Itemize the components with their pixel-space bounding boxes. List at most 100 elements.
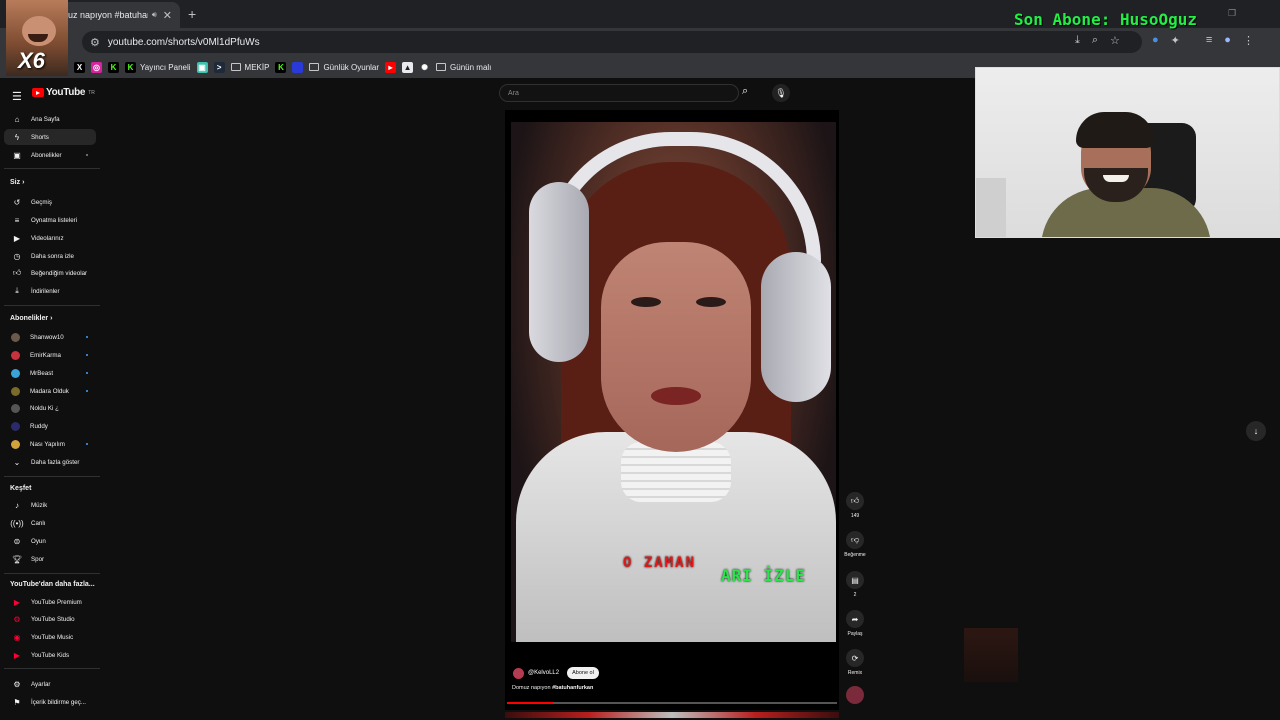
thumbs-down-icon[interactable]: 👎︎ (846, 531, 864, 549)
sidebar-item-sports[interactable]: 🏆︎ Spor (4, 551, 96, 567)
like-action[interactable]: 👍︎ 149 (845, 492, 865, 519)
youtube-premium-icon: ▶︎ (13, 597, 21, 607)
bookmark-kick2[interactable]: K (275, 61, 287, 73)
zoom-icon[interactable]: ⌕ (1092, 34, 1098, 47)
bookmark-x[interactable]: X (74, 61, 85, 73)
sidebar-item-downloads[interactable]: ⤓ İndirilenler (4, 283, 96, 299)
search-icon[interactable]: ⌕ (742, 85, 748, 98)
media-icon[interactable]: ≡ (1206, 34, 1212, 47)
next-short-arrow-icon[interactable]: ↓ (1246, 421, 1266, 441)
sidebar-channel[interactable]: EmirKarma (4, 347, 96, 363)
channel-name: Noldu Ki ¿ (30, 404, 59, 412)
share-action[interactable]: ➦ Paylaş (845, 610, 865, 637)
subscribe-button[interactable]: Abone ol (567, 667, 599, 679)
channel-avatar[interactable] (513, 667, 524, 679)
sidebar-channel[interactable]: Nası Yapılım (4, 436, 96, 452)
sidebar-item-kids[interactable]: ▶︎ YouTube Kids (4, 647, 96, 663)
instagram-icon: ◎ (91, 61, 102, 73)
video-progress-bar[interactable] (507, 702, 837, 704)
address-bar[interactable]: ⚙︎ youtube.com/shorts/v0Ml1dPfuWs (82, 31, 1142, 53)
bookmark-app2[interactable]: > (213, 61, 225, 73)
microphone-icon[interactable]: 🎙︎ (772, 84, 790, 102)
sidebar-item-settings[interactable]: ⚙︎ Ayarlar (4, 676, 96, 692)
sidebar-item-playlists[interactable]: ≡ Oynatma listeleri (4, 212, 96, 228)
sidebar-item-studio[interactable]: ⚙︎ YouTube Studio (4, 611, 96, 627)
sidebar-item-label: YouTube Studio (31, 615, 75, 623)
sidebar-item-history[interactable]: ↺ Geçmiş (4, 194, 96, 210)
sidebar-show-more[interactable]: ⌄ Daha fazla göster (4, 454, 96, 470)
sidebar-channel[interactable]: Noldu Ki ¿ (4, 400, 96, 416)
sidebar-item-music[interactable]: ♪ Müzik (4, 497, 96, 513)
hashtag-link[interactable]: #batuhanfurkan (552, 685, 593, 691)
sidebar-heading-subscriptions[interactable]: Abonelikler › (10, 315, 52, 322)
speaker-icon[interactable]: 🔊︎ (152, 10, 157, 20)
sidebar-channel[interactable]: Madara Olduk (4, 383, 96, 399)
menu-hamburger-icon[interactable]: ☰ (12, 90, 22, 103)
extension-blue-icon[interactable]: ● (1152, 34, 1159, 47)
remix-icon[interactable]: ⟳ (846, 649, 864, 667)
sidebar-heading-you[interactable]: Siz › (10, 179, 24, 186)
install-icon[interactable]: ⤓ (1075, 34, 1080, 47)
comment-action[interactable]: ▤ 2 (845, 571, 865, 598)
channel-name: Nası Yapılım (30, 440, 65, 448)
like-icon: 👍︎ (12, 268, 22, 277)
bookmark-gunluk-oyunlar[interactable]: Günlük Oyunlar (309, 63, 379, 72)
share-icon[interactable]: ➦ (846, 610, 864, 628)
sidebar-item-live[interactable]: ((•)) Canlı (4, 515, 96, 531)
country-code: TR (88, 89, 95, 96)
heading-label: Abonelikler (10, 315, 49, 322)
sidebar-item-premium[interactable]: ▶︎ YouTube Premium (4, 594, 96, 610)
comment-count: 2 (853, 592, 857, 598)
sidebar-channel[interactable]: MrBeast (4, 365, 96, 381)
bookmark-mekip[interactable]: MEKİP (230, 63, 269, 72)
youtube-logo[interactable]: YouTube TR (32, 87, 95, 98)
site-info-icon[interactable]: ⚙︎ (90, 36, 100, 49)
new-tab-button[interactable]: + (188, 6, 196, 22)
bookmark-app3[interactable] (292, 61, 304, 73)
sidebar-item-gaming[interactable]: ⊜ Oyun (4, 533, 96, 549)
new-content-dot (86, 390, 88, 392)
webcam-background-object (976, 178, 1006, 237)
sound-thumbnail-icon[interactable] (846, 686, 864, 704)
bookmark-youtube[interactable]: ▸ (385, 61, 397, 73)
profile-icon[interactable]: ● (1224, 34, 1231, 47)
video-caption-red: O ZAMAN (623, 555, 697, 571)
sidebar-item-your-videos[interactable]: ▶︎ Videolarınız (4, 230, 96, 246)
short-video[interactable]: O ZAMAN ARI İZLE (511, 122, 836, 642)
star-icon[interactable]: ☆ (1110, 34, 1120, 47)
dislike-action[interactable]: 👎︎ Beğenme (844, 531, 866, 558)
restore-window-icon[interactable]: ❐ (1228, 8, 1236, 19)
streamer-avatar-overlay: X6 (6, 0, 68, 76)
bookmark-kick[interactable]: K (108, 61, 119, 73)
bookmark-instagram[interactable]: ◎ (91, 61, 102, 73)
sound-action[interactable] (845, 686, 865, 704)
bookmark-yayinci-paneli[interactable]: K Yayıncı Paneli (125, 61, 191, 73)
thumbs-up-icon[interactable]: 👍︎ (846, 492, 864, 510)
sidebar-item-home[interactable]: ⌂ Ana Sayfa (4, 111, 96, 127)
sidebar-channel[interactable]: Shanwow10 (4, 329, 96, 345)
x-icon: X (74, 61, 85, 73)
channel-name[interactable]: @KelvoLL2 (528, 670, 559, 676)
sidebar-channel[interactable]: Ruddy (4, 418, 96, 434)
sidebar-item-music-app[interactable]: ◉ YouTube Music (4, 629, 96, 645)
search-input[interactable]: Ara (499, 84, 739, 102)
bookmark-app4[interactable]: ▲ (402, 61, 414, 73)
sidebar-item-subscriptions[interactable]: ▣ Abonelikler (4, 147, 96, 163)
bookmark-gunun-mali[interactable]: Günün malı (436, 63, 491, 72)
bookmark-app5[interactable]: ✺ (419, 62, 430, 73)
sidebar-item-shorts[interactable]: ϟ Shorts (4, 129, 96, 145)
sidebar-item-liked-videos[interactable]: 👍︎ Beğendiğim videolar (4, 265, 96, 281)
comment-icon[interactable]: ▤ (846, 571, 864, 589)
sidebar-heading-explore: Keşfet (10, 485, 32, 492)
sidebar-item-report[interactable]: ⚑ İçerik bildirme geç... (4, 694, 96, 710)
overlay-thumbnail (964, 628, 1018, 682)
puzzle-icon[interactable]: ✦ (1171, 34, 1180, 47)
sidebar-item-watch-later[interactable]: ◷ Daha sonra izle (4, 248, 96, 264)
sidebar-item-label: İçerik bildirme geç... (31, 698, 87, 706)
image-icon: ▲ (402, 61, 414, 73)
remix-action[interactable]: ⟳ Remix (845, 649, 865, 676)
browser-tab[interactable]: uz napıyon #batuhanf 🔊︎ ✕ (60, 2, 180, 28)
close-tab-icon[interactable]: ✕ (163, 9, 172, 22)
bookmark-app1[interactable]: ▣ (196, 61, 208, 73)
menu-icon[interactable]: ⋮ (1243, 34, 1254, 47)
